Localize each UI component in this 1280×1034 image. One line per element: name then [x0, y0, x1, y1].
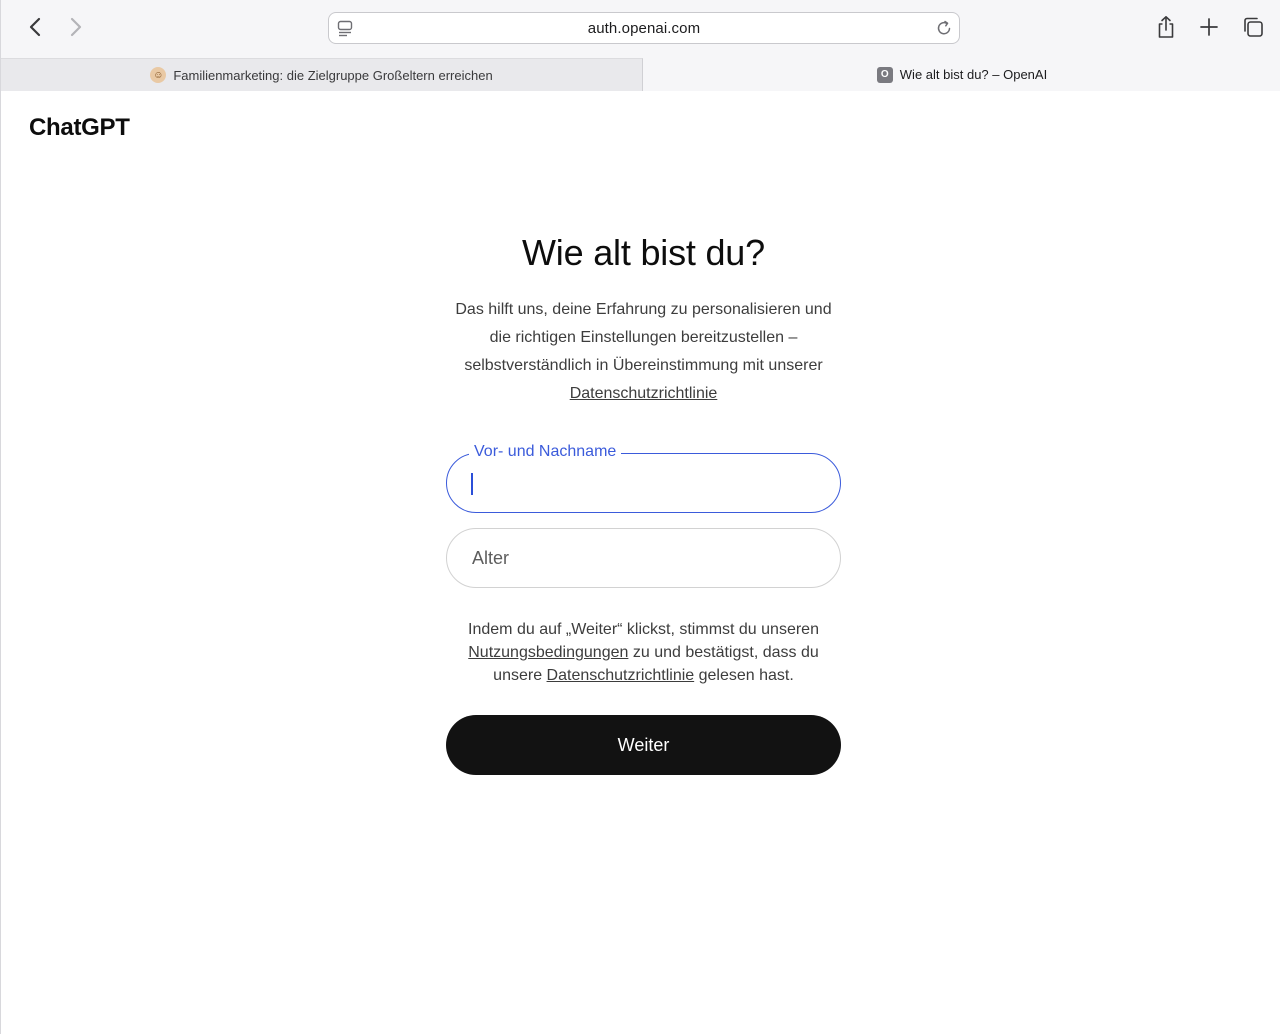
grandparent-favicon-icon: ☺	[150, 67, 167, 83]
forward-button[interactable]	[61, 12, 91, 42]
name-field[interactable]: Vor- und Nachname	[446, 443, 841, 513]
back-button[interactable]	[20, 12, 50, 42]
share-icon	[1158, 16, 1174, 38]
text-caret	[471, 473, 473, 495]
chevron-left-icon	[29, 17, 41, 37]
url-text: auth.openai.com	[587, 19, 701, 37]
age-form: Wie alt bist du? Das hilft uns, deine Er…	[446, 232, 841, 775]
privacy-policy-link[interactable]: Datenschutzrichtlinie	[570, 385, 718, 402]
tab-familienmarketing[interactable]: ☺ Familienmarketing: die Zielgruppe Groß…	[1, 58, 643, 91]
tab-label: Wie alt bist du? – OpenAI	[899, 67, 1048, 82]
tab-label: Familienmarketing: die Zielgruppe Großel…	[173, 67, 493, 83]
terms-of-use-link[interactable]: Nutzungsbedingungen	[468, 644, 628, 661]
subtitle: Das hilft uns, deine Erfahrung zu person…	[446, 296, 841, 408]
plus-icon	[1200, 18, 1218, 36]
tab-bar: ☺ Familienmarketing: die Zielgruppe Groß…	[1, 58, 1280, 91]
share-button[interactable]	[1151, 12, 1181, 42]
address-bar[interactable]: auth.openai.com	[328, 12, 960, 44]
privacy-policy-link-2[interactable]: Datenschutzrichtlinie	[547, 667, 695, 684]
tab-overview-button[interactable]	[1238, 12, 1268, 42]
terms-text-3: gelesen hast.	[698, 667, 794, 684]
chevron-right-icon	[70, 17, 82, 37]
tabs-icon	[1244, 17, 1263, 37]
continue-button[interactable]: Weiter	[446, 715, 841, 775]
terms-text-2: zu und bestätigst, dass du	[632, 644, 819, 661]
new-tab-button[interactable]	[1194, 12, 1224, 42]
page-title: Wie alt bist du?	[522, 232, 765, 273]
browser-toolbar: auth.openai.com	[1, 0, 1280, 58]
subtitle-text: Das hilft uns, deine Erfahrung zu person…	[455, 301, 832, 374]
terms-notice: Indem du auf „Weiter“ klickst, stimmst d…	[446, 618, 841, 687]
age-input[interactable]	[448, 530, 839, 586]
page-content: ChatGPT Wie alt bist du? Das hilft uns, …	[1, 92, 1280, 1034]
chatgpt-logo: ChatGPT	[29, 114, 130, 141]
reload-icon[interactable]	[935, 19, 953, 42]
page-menu-icon[interactable]	[337, 20, 353, 43]
terms-text-1: Indem du auf „Weiter“ klickst, stimmst d…	[468, 621, 819, 638]
browser-window: auth.openai.com ☺ Familienmarketing: die…	[0, 0, 1280, 1034]
age-field[interactable]	[446, 528, 841, 588]
name-input[interactable]	[448, 455, 839, 511]
tab-wie-alt-bist-du[interactable]: O Wie alt bist du? – OpenAI	[643, 58, 1280, 91]
openai-favicon-icon: O	[876, 66, 893, 83]
terms-text-2b: unsere	[493, 667, 543, 684]
